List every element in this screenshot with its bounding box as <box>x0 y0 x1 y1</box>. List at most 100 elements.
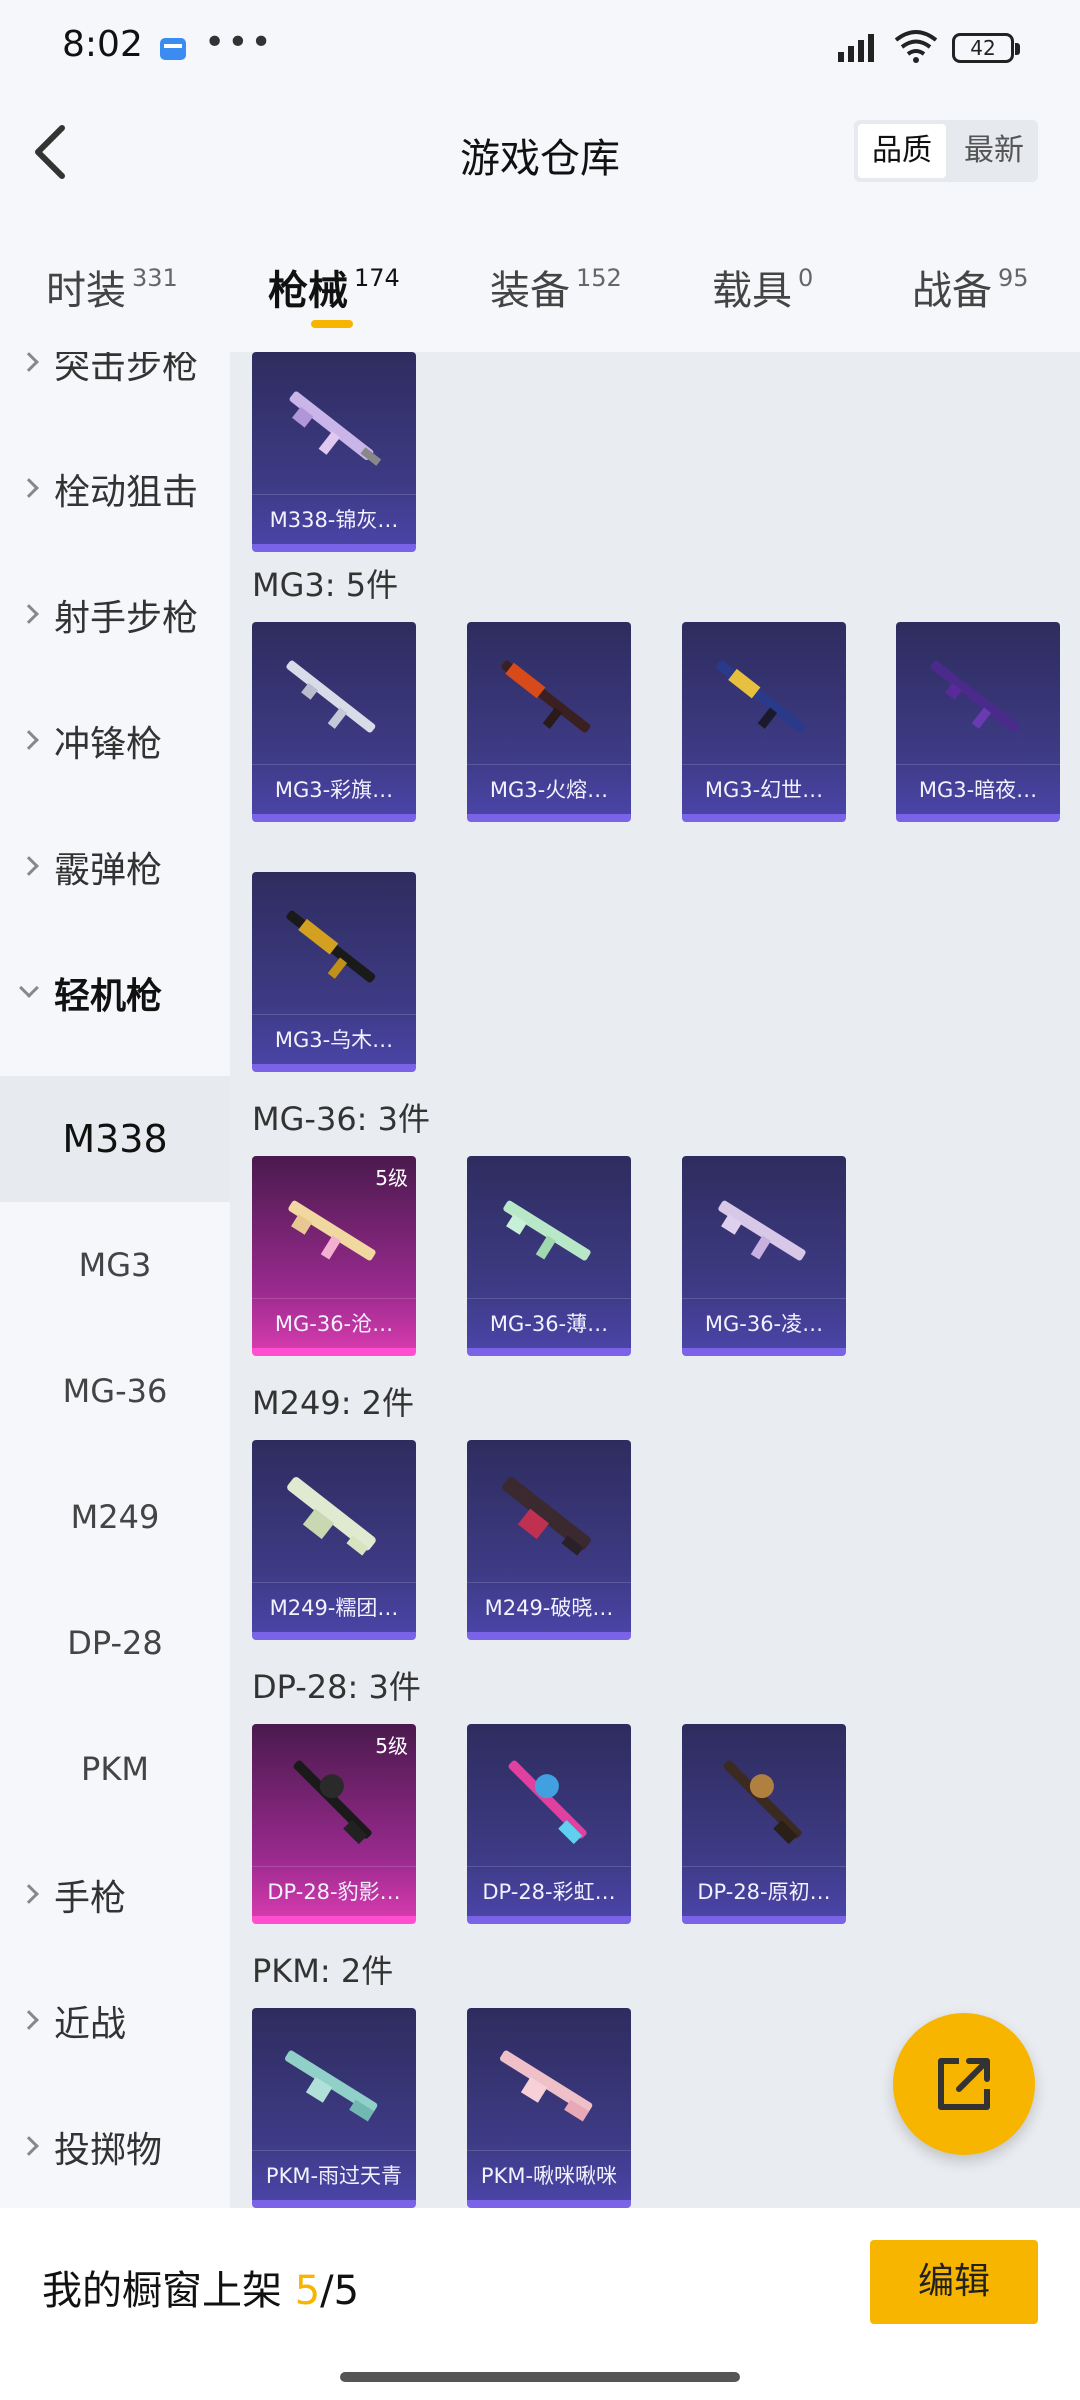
rifle-skin-icon <box>287 1477 376 1556</box>
status-time: 8:02 <box>62 24 143 65</box>
weapon-card[interactable]: M249-破晓… <box>467 1440 631 1640</box>
sort-quality-button[interactable]: 品质 <box>858 124 946 178</box>
weapon-card-name: MG-36-凌… <box>682 1298 846 1348</box>
chevron-right-icon <box>19 730 39 750</box>
sidebar-subitem-pkm[interactable]: PKM <box>0 1706 230 1832</box>
weapon-card[interactable]: M249-糯团… <box>252 1440 416 1640</box>
sidebar-subitem-mg3[interactable]: MG3 <box>0 1202 230 1328</box>
rifle-skin-icon <box>288 1200 376 1261</box>
weapon-card[interactable]: PKM-雨过天青 <box>252 2008 416 2208</box>
chevron-right-icon <box>19 1884 39 1904</box>
rifle-skin-icon <box>508 1760 587 1845</box>
weapon-card[interactable]: 5级 DP-28-豹影… <box>252 1724 416 1924</box>
sidebar-subitem-dp28[interactable]: DP-28 <box>0 1580 230 1706</box>
tab-supplies[interactable]: 战备 95 <box>912 258 1029 316</box>
sidebar-item-smg[interactable]: 冲锋枪 <box>0 678 230 804</box>
status-bar: 8:02 ••• 42 <box>0 0 1080 96</box>
rifle-skin-icon <box>499 2050 593 2122</box>
group-title-m249: M249: 2件 <box>252 1384 415 1422</box>
weapon-card-name: M249-糯团… <box>252 1582 416 1632</box>
tab-vehicles[interactable]: 载具 0 <box>712 258 813 316</box>
rifle-skin-icon <box>286 910 376 983</box>
more-notifications-icon: ••• <box>204 22 274 63</box>
rifle-skin-icon <box>293 1760 372 1845</box>
notification-app-icon <box>160 38 186 60</box>
sidebar-subitem-mg36[interactable]: MG-36 <box>0 1328 230 1454</box>
sidebar-item-marksman-rifle[interactable]: 射手步枪 <box>0 552 230 678</box>
weapon-card[interactable]: MG-36-薄… <box>467 1156 631 1356</box>
weapon-card-name: MG3-乌木… <box>252 1014 416 1064</box>
weapon-card[interactable]: MG3-彩旗… <box>252 622 416 822</box>
sidebar-item-lmg[interactable]: 轻机枪 <box>0 930 230 1056</box>
sidebar-item-shotgun[interactable]: 霰弹枪 <box>0 804 230 930</box>
weapon-card-name: DP-28-原初… <box>682 1866 846 1916</box>
showcase-current-count: 5 <box>294 2268 321 2314</box>
sidebar-subitem-m338[interactable]: M338 <box>0 1076 230 1202</box>
group-title-mg3: MG3: 5件 <box>252 566 399 604</box>
weapon-card[interactable]: MG3-乌木… <box>252 872 416 1072</box>
rifle-skin-icon <box>716 660 806 733</box>
tab-firearms[interactable]: 枪械 174 <box>268 258 400 316</box>
weapon-card-name: MG-36-薄… <box>467 1298 631 1348</box>
weapon-card[interactable]: MG-36-凌… <box>682 1156 846 1356</box>
chevron-right-icon <box>19 478 39 498</box>
edit-button[interactable]: 编辑 <box>870 2240 1038 2324</box>
rifle-skin-icon <box>502 1477 591 1556</box>
weapon-card[interactable]: MG3-幻世… <box>682 622 846 822</box>
rifle-skin-icon <box>930 660 1020 733</box>
chevron-down-icon <box>19 978 39 998</box>
sidebar-item-throwable[interactable]: 投掷物 <box>0 2084 230 2208</box>
sidebar-item-bolt-sniper[interactable]: 栓动狙击 <box>0 426 230 552</box>
group-title-dp28: DP-28: 3件 <box>252 1668 421 1706</box>
chevron-right-icon <box>19 604 39 624</box>
showcase-total-count: /5 <box>320 2268 360 2314</box>
battery-icon: 42 <box>952 33 1020 63</box>
sidebar-item-assault-rifle[interactable]: 突击步枪 <box>0 352 230 426</box>
weapon-grid: M338-锦灰… MG3: 5件 MG3-彩旗… MG3-火熔… MG3-幻世…… <box>230 352 1080 2208</box>
weapon-card-name: M249-破晓… <box>467 1582 631 1632</box>
chevron-right-icon <box>19 2010 39 2030</box>
tab-equipment[interactable]: 装备 152 <box>490 258 622 316</box>
share-button[interactable] <box>893 2013 1035 2155</box>
chevron-right-icon <box>19 856 39 876</box>
weapon-card[interactable]: DP-28-彩虹… <box>467 1724 631 1924</box>
tab-fashion[interactable]: 时装 331 <box>46 258 178 316</box>
weapon-card[interactable]: MG3-暗夜… <box>896 622 1060 822</box>
signal-icon <box>838 34 874 62</box>
home-indicator[interactable] <box>340 2372 740 2382</box>
app-header: 游戏仓库 品质 最新 <box>0 96 1080 208</box>
chevron-right-icon <box>19 2136 39 2156</box>
weapon-card-name: MG3-幻世… <box>682 764 846 814</box>
weapon-card-name: M338-锦灰… <box>252 494 416 544</box>
group-title-mg36: MG-36: 3件 <box>252 1100 430 1138</box>
weapon-card[interactable]: DP-28-原初… <box>682 1724 846 1924</box>
weapon-card[interactable]: PKM-啾咪啾咪 <box>467 2008 631 2208</box>
weapon-card[interactable]: MG3-火熔… <box>467 622 631 822</box>
rifle-skin-icon <box>286 660 376 733</box>
weapon-card-name: MG-36-沧… <box>252 1298 416 1348</box>
chevron-right-icon <box>19 352 39 372</box>
rifle-skin-icon <box>284 2050 378 2122</box>
weapon-card-name: DP-28-彩虹… <box>467 1866 631 1916</box>
sort-toggle[interactable]: 品质 最新 <box>854 120 1038 182</box>
wifi-icon <box>894 30 938 63</box>
weapon-card-name: DP-28-豹影… <box>252 1866 416 1916</box>
rifle-skin-icon <box>501 660 591 733</box>
active-tab-indicator <box>311 320 353 328</box>
rifle-skin-icon <box>289 391 382 466</box>
weapon-card[interactable]: M338-锦灰… <box>252 352 416 552</box>
weapon-card-name: MG3-暗夜… <box>896 764 1060 814</box>
share-out-icon <box>938 2058 990 2110</box>
weapon-card-name: MG3-彩旗… <box>252 764 416 814</box>
sort-latest-button[interactable]: 最新 <box>950 120 1038 182</box>
weapon-card[interactable]: 5级 MG-36-沧… <box>252 1156 416 1356</box>
showcase-bar: 我的橱窗上架 5/5 编辑 <box>0 2208 1080 2400</box>
sidebar-item-pistol[interactable]: 手枪 <box>0 1832 230 1958</box>
sidebar-item-melee[interactable]: 近战 <box>0 1958 230 2084</box>
rifle-skin-icon <box>718 1200 806 1261</box>
rifle-skin-icon <box>503 1200 591 1261</box>
weapon-card-name: PKM-雨过天青 <box>252 2150 416 2200</box>
weapon-card-name: MG3-火熔… <box>467 764 631 814</box>
sidebar-subitem-m249[interactable]: M249 <box>0 1454 230 1580</box>
showcase-status: 我的橱窗上架 5/5 <box>42 2268 360 2314</box>
